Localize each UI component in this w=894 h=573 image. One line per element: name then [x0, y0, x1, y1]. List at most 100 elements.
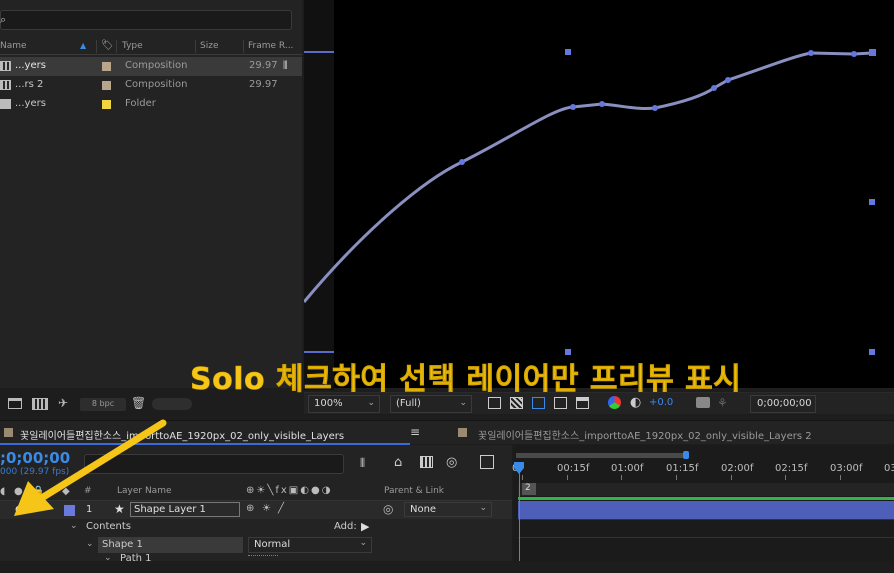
quality-switch-icon[interactable]: ╱ [278, 503, 284, 514]
project-item-type: Composition [125, 60, 188, 71]
trash-icon[interactable]: 🗑 [131, 396, 146, 410]
add-label: Add: [334, 521, 357, 532]
thumbnail-scroll[interactable] [152, 398, 192, 410]
ruler-tick [567, 475, 568, 480]
viewer-toolbar: 100% ⌄ (Full) ⌄ ◐ +0.0 ⚘ 0;00;00;00 [304, 392, 894, 414]
blend-mode-value: Normal [254, 539, 291, 550]
pick-whip-icon[interactable]: ◎ [383, 502, 393, 516]
column-size[interactable]: Size [200, 41, 218, 51]
label-tag-icon[interactable]: 🏷 [101, 40, 114, 51]
marker-2[interactable]: 2 [522, 483, 536, 495]
chevron-down-icon: ⌄ [459, 398, 467, 408]
column-frame-rate[interactable]: Frame R... [248, 41, 293, 51]
frame-blending-icon[interactable]: ◎ [446, 455, 457, 470]
project-item[interactable]: ...yers Composition 29.97 ⫴ [0, 57, 302, 76]
chevron-down-icon: ⌄ [359, 538, 367, 548]
project-search-input[interactable] [0, 10, 292, 30]
current-time-indicator-head[interactable] [514, 462, 524, 474]
time-ruler[interactable]: 0f00:15f01:00f01:15f02:00f02:15f03:00f03 [512, 458, 894, 480]
path-link-icon [248, 555, 278, 558]
transparency-grid-icon[interactable] [510, 397, 523, 409]
ruler-tick [522, 475, 523, 480]
ruler-tick-label: 02:00f [721, 463, 754, 474]
column-parent-link[interactable]: Parent & Link [384, 486, 444, 496]
project-item-name: ...yers [15, 98, 46, 109]
layer-duration-bar[interactable] [518, 501, 894, 519]
show-snapshot-icon[interactable]: ⚘ [717, 396, 728, 410]
viewer-timecode[interactable]: 0;00;00;00 [750, 395, 816, 413]
project-item-frame-rate: 29.97 [249, 60, 278, 71]
current-time-indicator[interactable] [519, 462, 520, 561]
shape-group-row[interactable]: ⌄ Shape 1 Normal ⌄ [0, 537, 512, 555]
ruler-tick [621, 475, 622, 480]
path-label: Path 1 [120, 553, 152, 564]
snapshot-camera-icon[interactable] [696, 397, 710, 408]
bpc-toggle[interactable]: 8 bpc [80, 398, 126, 411]
search-icon: ⌕ [0, 13, 7, 26]
label-swatch[interactable] [102, 100, 111, 109]
layer-duration-indicator [518, 497, 894, 500]
hide-shy-layers-icon[interactable] [420, 456, 433, 468]
tab-menu-icon[interactable]: ≡ [410, 425, 420, 439]
switches-icons: ⊕☀╲fx▣◐●◑ [246, 485, 333, 496]
project-column-header: Name ▲ 🏷 Type Size Frame R... [0, 38, 302, 55]
shy-switch-icon[interactable]: ⊕ [246, 503, 254, 514]
project-item-name: ...yers [15, 60, 46, 71]
new-folder-icon[interactable] [8, 398, 22, 409]
flowchart-icon[interactable]: ⫴ [283, 59, 288, 73]
project-bottom-bar: ✈ 8 bpc 🗑 [0, 396, 302, 416]
path-row[interactable]: ⌄ Path 1 [0, 553, 512, 573]
ruler-tick-label: 03:00f [830, 463, 863, 474]
project-item[interactable]: ...yers Folder [0, 95, 302, 114]
bounding-box-handles [565, 49, 876, 355]
region-of-interest-icon[interactable] [554, 397, 567, 409]
label-swatch[interactable] [102, 62, 111, 71]
draft-3d-icon[interactable]: ⌂ [394, 455, 402, 470]
track-divider [518, 537, 894, 538]
fast-preview-icon[interactable] [488, 397, 501, 409]
ruler-tick [785, 475, 786, 480]
tab-comp-2[interactable]: 꽃일레이어들편집한소스_importtoAE_1920px_02_only_vi… [478, 427, 812, 442]
ruler-tick-label: 01:15f [666, 463, 699, 474]
shape-path-overlay[interactable] [304, 0, 894, 390]
ruler-tick [840, 475, 841, 480]
column-type[interactable]: Type [122, 41, 143, 51]
project-item-frame-rate: 29.97 [249, 79, 278, 90]
channels-icon[interactable] [608, 396, 621, 409]
project-item-name: ...rs 2 [15, 79, 44, 90]
zoom-value: 100% [314, 398, 343, 409]
flowchart-icon[interactable]: ✈ [58, 396, 68, 410]
label-swatch[interactable] [102, 81, 111, 90]
expand-chevron-icon[interactable]: ⌄ [86, 539, 94, 549]
ruler-tick [676, 475, 677, 480]
expand-chevron-icon[interactable]: ⌄ [104, 553, 112, 563]
project-item[interactable]: ...rs 2 Composition 29.97 [0, 76, 302, 95]
exposure-value[interactable]: +0.0 [649, 397, 673, 408]
sort-ascending-icon: ▲ [80, 41, 87, 50]
ruler-tick [731, 475, 732, 480]
shape-group-label[interactable]: Shape 1 [98, 537, 243, 553]
graph-editor-icon[interactable] [480, 455, 494, 469]
column-name[interactable]: Name [0, 41, 27, 51]
grid-guides-icon[interactable] [576, 397, 589, 409]
chevron-down-icon: ⌄ [479, 503, 487, 513]
composition-mini-flowchart-icon[interactable]: ⫴ [360, 456, 365, 471]
composition-icon [0, 80, 11, 90]
resolution-dropdown[interactable]: (Full) ⌄ [390, 395, 472, 413]
zoom-dropdown[interactable]: 100% ⌄ [308, 395, 380, 413]
collapse-switch-icon[interactable]: ☀ [262, 503, 271, 514]
exposure-reset-icon[interactable]: ◐ [630, 395, 641, 410]
chevron-down-icon: ⌄ [367, 398, 375, 408]
ruler-tick-label: 02:15f [775, 463, 808, 474]
viewer-timecode-value: 0;00;00;00 [757, 398, 812, 409]
composition-icon [0, 61, 11, 71]
folder-icon [0, 99, 11, 109]
new-composition-icon[interactable] [32, 398, 48, 410]
ruler-tick-label: 01:00f [611, 463, 644, 474]
blend-mode-dropdown[interactable]: Normal ⌄ [248, 537, 372, 553]
mask-visibility-icon[interactable] [532, 397, 545, 409]
project-item-type: Composition [125, 79, 188, 90]
parent-dropdown[interactable]: None ⌄ [404, 502, 492, 517]
add-menu-icon[interactable]: ▶ [361, 520, 369, 533]
track-divider [518, 519, 894, 520]
